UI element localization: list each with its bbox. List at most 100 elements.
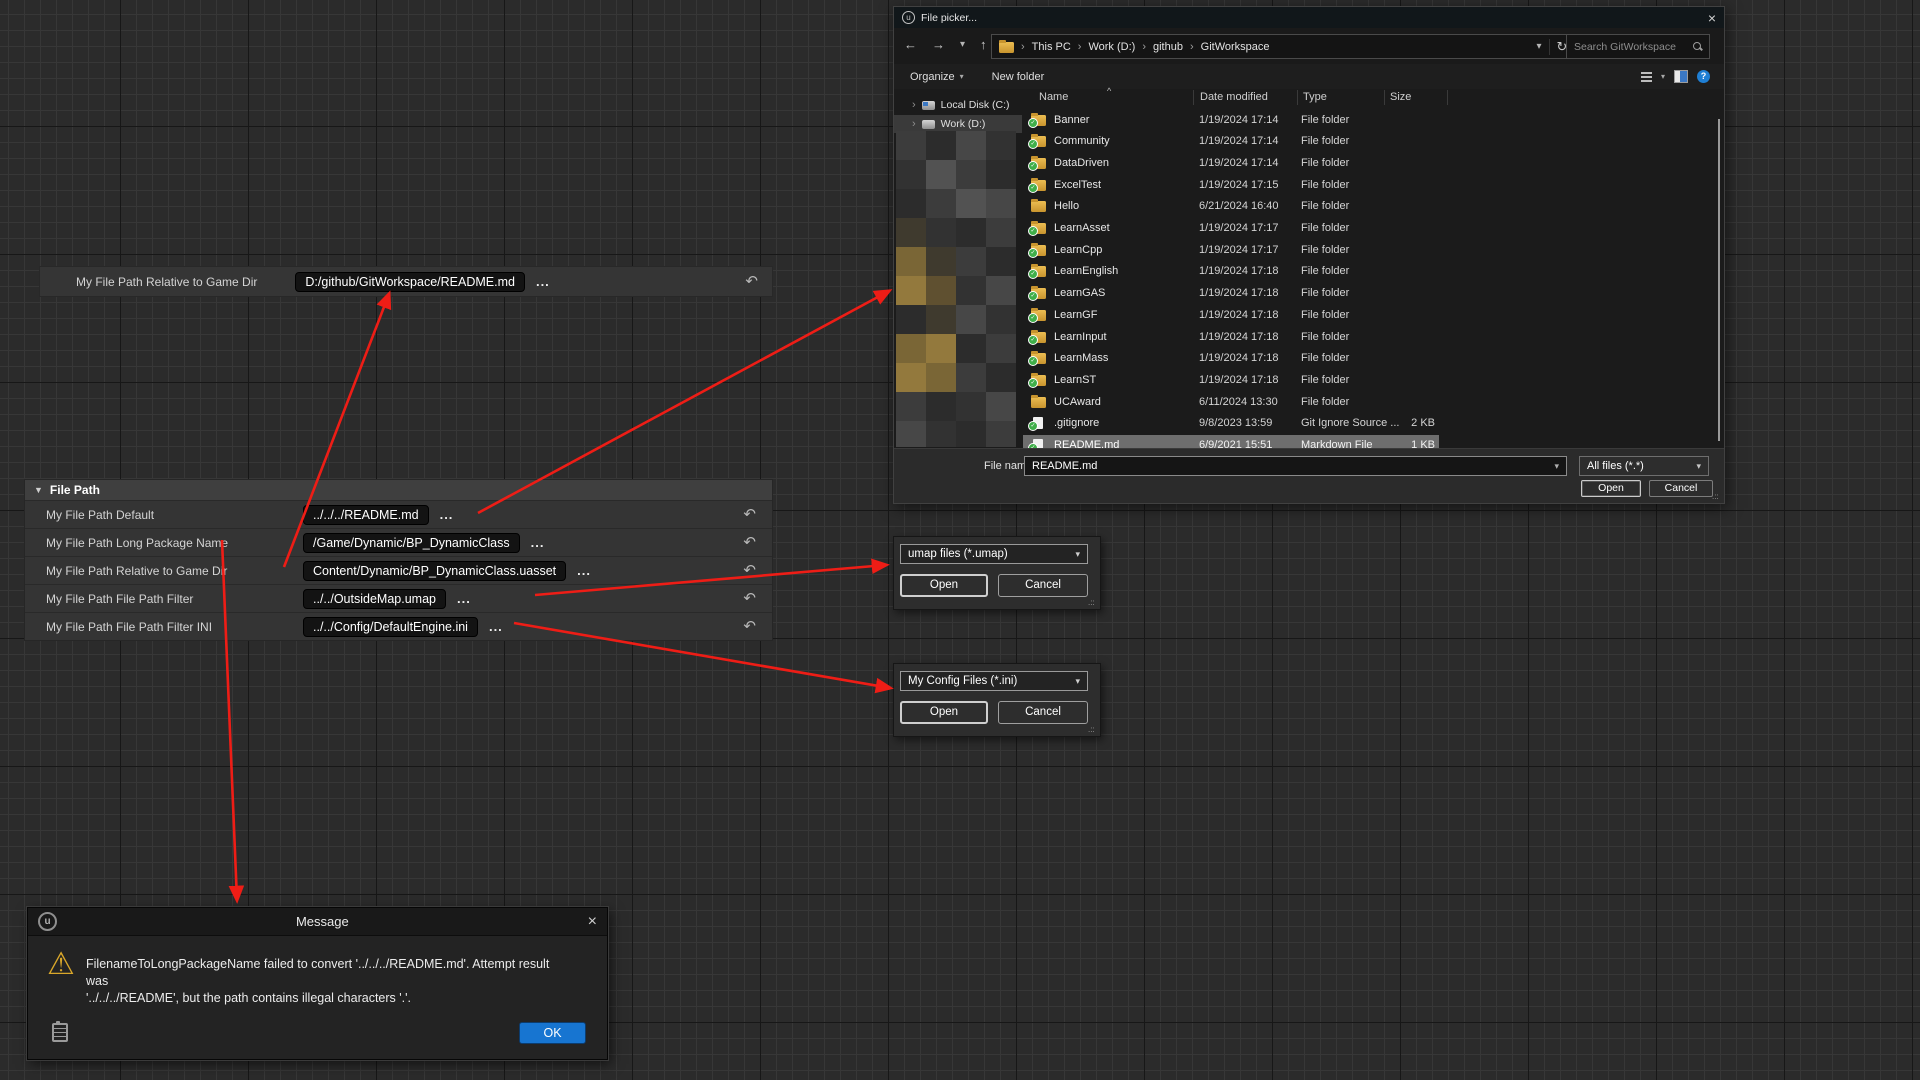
file-row-gitignore[interactable]: ✓.gitignore9/8/2023 13:59Git Ignore Sour… <box>1023 413 1439 434</box>
expand-chevron-icon[interactable]: › <box>912 118 916 130</box>
umap-open-button[interactable]: Open <box>900 574 988 597</box>
file-type: File folder <box>1301 309 1349 321</box>
preview-pane-icon[interactable] <box>1674 70 1688 83</box>
file-type: File folder <box>1301 222 1349 234</box>
reset-to-default-icon[interactable]: ↶ <box>743 563 756 578</box>
vertical-scrollbar[interactable] <box>1718 119 1720 441</box>
ini-open-button[interactable]: Open <box>900 701 988 724</box>
cancel-button[interactable]: Cancel <box>1649 480 1713 497</box>
organize-menu[interactable]: Organize ▾ <box>910 71 964 83</box>
file-row-learngas[interactable]: ✓LearnGAS1/19/2024 17:18File folder <box>1023 283 1439 304</box>
file-name: LearnInput <box>1054 331 1107 343</box>
property-value-box[interactable]: ../../OutsideMap.umap <box>303 589 446 609</box>
file-row-hello[interactable]: Hello6/21/2024 16:40File folder <box>1023 196 1439 217</box>
browse-ellipsis-button[interactable]: ... <box>440 507 454 522</box>
sort-ascending-icon[interactable]: ^ <box>1107 86 1111 96</box>
file-row-learninput[interactable]: ✓LearnInput1/19/2024 17:18File folder <box>1023 326 1439 347</box>
tree-item-local-disk-c[interactable]: ›Local Disk (C:) <box>894 96 1022 114</box>
file-name: LearnEnglish <box>1054 265 1118 277</box>
reset-to-default-icon[interactable]: ↶ <box>743 619 756 634</box>
up-icon[interactable]: ↑ <box>980 37 987 52</box>
new-folder-button[interactable]: New folder <box>992 71 1045 83</box>
recent-locations-chevron-icon[interactable]: ▾ <box>960 37 965 52</box>
file-name-input[interactable]: README.md ▾ <box>1024 456 1567 476</box>
help-icon[interactable]: ? <box>1697 70 1710 83</box>
current-folder-icon <box>999 41 1014 53</box>
address-dropdown-chevron-icon[interactable]: ▾ <box>1529 41 1549 52</box>
picker-toolbar: Organize ▾ New folder ▾ ? <box>894 64 1724 90</box>
file-date-modified: 1/19/2024 17:15 <box>1199 179 1279 191</box>
file-type-filter-select[interactable]: All files (*.*) ▾ <box>1579 456 1709 476</box>
view-options-group: ▾ ? <box>1641 70 1710 83</box>
column-header-size[interactable]: Size <box>1390 91 1411 103</box>
browse-ellipsis-button[interactable]: ... <box>577 563 591 578</box>
file-row-learnenglish[interactable]: ✓LearnEnglish1/19/2024 17:18File folder <box>1023 261 1439 282</box>
ok-button[interactable]: OK <box>519 1022 586 1044</box>
file-name-chevron-icon[interactable]: ▾ <box>1554 461 1559 472</box>
file-name: LearnST <box>1054 374 1096 386</box>
breadcrumb-item-gitworkspace[interactable]: GitWorkspace <box>1201 41 1270 53</box>
umap-filter-select[interactable]: umap files (*.umap) ▾ <box>900 544 1088 564</box>
collapse-triangle-icon[interactable]: ▼ <box>34 485 43 495</box>
file-row-learnmass[interactable]: ✓LearnMass1/19/2024 17:18File folder <box>1023 348 1439 369</box>
reset-to-default-icon[interactable]: ↶ <box>743 535 756 550</box>
git-check-icon: ✓ <box>1028 139 1038 149</box>
folder-icon: ✓ <box>1031 114 1046 126</box>
column-header-name[interactable]: Name <box>1039 91 1068 103</box>
expand-chevron-icon[interactable]: › <box>912 99 916 111</box>
ini-cancel-button[interactable]: Cancel <box>998 701 1088 724</box>
message-title: Message <box>296 914 349 929</box>
file-name: LearnAsset <box>1054 222 1110 234</box>
resize-grip-icon[interactable]: .:: <box>1712 492 1721 501</box>
reset-to-default-icon[interactable]: ↶ <box>745 274 758 289</box>
breadcrumb[interactable]: ›This PC›Work (D:)›github›GitWorkspace ▾… <box>991 34 1575 59</box>
resize-grip-icon[interactable]: .:: <box>1088 725 1097 734</box>
view-chevron-icon[interactable]: ▾ <box>1661 72 1665 81</box>
breadcrumb-item-this-pc[interactable]: This PC <box>1032 41 1071 53</box>
open-button[interactable]: Open <box>1581 480 1641 497</box>
file-path-section-header[interactable]: ▼ File Path <box>25 480 772 500</box>
file-row-ucaward[interactable]: UCAward6/11/2024 13:30File folder <box>1023 391 1439 412</box>
file-date-modified: 6/11/2024 13:30 <box>1199 396 1278 408</box>
close-icon[interactable]: × <box>588 914 597 930</box>
property-value-box[interactable]: ../../Config/DefaultEngine.ini <box>303 617 478 637</box>
file-date-modified: 1/19/2024 17:17 <box>1199 244 1279 256</box>
file-row-community[interactable]: ✓Community1/19/2024 17:14File folder <box>1023 131 1439 152</box>
file-row-exceltest[interactable]: ✓ExcelTest1/19/2024 17:15File folder <box>1023 174 1439 195</box>
close-icon[interactable]: × <box>1708 11 1716 25</box>
browse-ellipsis-button[interactable]: ... <box>457 591 471 606</box>
picker-titlebar[interactable]: u File picker... × <box>894 7 1724 28</box>
resize-grip-icon[interactable]: .:: <box>1088 598 1097 607</box>
browse-ellipsis-button[interactable]: ... <box>531 535 545 550</box>
ini-filter-select[interactable]: My Config Files (*.ini) ▾ <box>900 671 1088 691</box>
property-value-box[interactable]: Content/Dynamic/BP_DynamicClass.uasset <box>303 561 566 581</box>
file-name: LearnGF <box>1054 309 1097 321</box>
browse-ellipsis-button[interactable]: ... <box>536 274 550 289</box>
file-row-learnst[interactable]: ✓LearnST1/19/2024 17:18File folder <box>1023 369 1439 390</box>
property-value-box[interactable]: /Game/Dynamic/BP_DynamicClass <box>303 533 520 553</box>
copy-to-clipboard-icon[interactable] <box>52 1023 68 1042</box>
reset-to-default-icon[interactable]: ↶ <box>743 591 756 606</box>
property-value-box[interactable]: ../../../README.md <box>303 505 429 525</box>
browse-ellipsis-button[interactable]: ... <box>489 619 503 634</box>
picker-body: ›Local Disk (C:)›Work (D:) ^ Name Date m… <box>894 89 1724 455</box>
back-icon[interactable]: ← <box>904 37 917 52</box>
breadcrumb-item-work-d[interactable]: Work (D:) <box>1088 41 1135 53</box>
umap-cancel-button[interactable]: Cancel <box>998 574 1088 597</box>
file-row-learnasset[interactable]: ✓LearnAsset1/19/2024 17:17File folder <box>1023 218 1439 239</box>
file-row-datadriven[interactable]: ✓DataDriven1/19/2024 17:14File folder <box>1023 152 1439 173</box>
file-name: Banner <box>1054 114 1089 126</box>
column-header-type[interactable]: Type <box>1303 91 1327 103</box>
message-titlebar[interactable]: u Message × <box>28 908 607 936</box>
file-row-banner[interactable]: ✓Banner1/19/2024 17:14File folder <box>1023 109 1439 130</box>
reset-to-default-icon[interactable]: ↶ <box>743 507 756 522</box>
umap-filter-chevron-icon: ▾ <box>1075 549 1080 560</box>
search-input[interactable]: Search GitWorkspace <box>1566 34 1710 59</box>
property-value-box[interactable]: D:/github/GitWorkspace/README.md <box>295 272 525 292</box>
forward-icon[interactable]: → <box>932 37 945 52</box>
breadcrumb-item-github[interactable]: github <box>1153 41 1183 53</box>
list-view-icon[interactable] <box>1641 72 1652 82</box>
file-row-learncpp[interactable]: ✓LearnCpp1/19/2024 17:17File folder <box>1023 239 1439 260</box>
column-header-date-modified[interactable]: Date modified <box>1200 91 1268 103</box>
file-row-learngf[interactable]: ✓LearnGF1/19/2024 17:18File folder <box>1023 304 1439 325</box>
